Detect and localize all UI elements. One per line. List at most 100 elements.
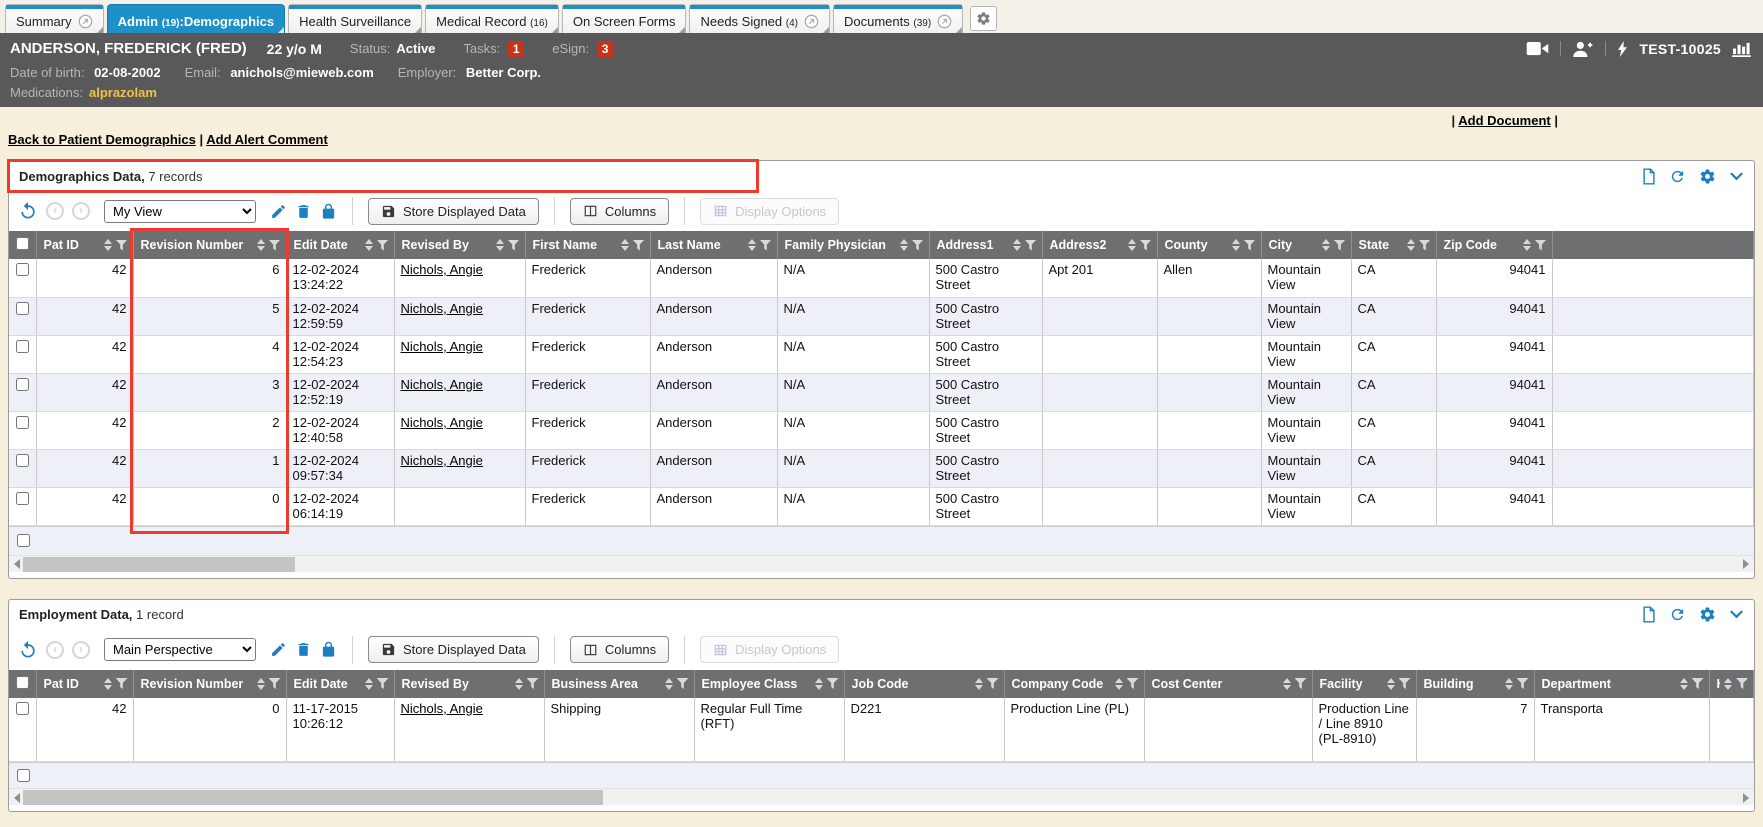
sort-icon[interactable]	[365, 239, 373, 251]
sort-icon[interactable]	[1322, 239, 1330, 251]
tab-admin[interactable]: Admin (19):Demographics	[107, 4, 286, 33]
sort-icon[interactable]	[900, 239, 908, 251]
popup-icon[interactable]	[804, 14, 819, 29]
scroll-right-arrow[interactable]	[1743, 793, 1749, 803]
column-header-city[interactable]: City	[1261, 231, 1351, 259]
select-all-checkbox[interactable]	[16, 676, 29, 689]
sort-icon[interactable]	[1232, 239, 1240, 251]
tab-on-screen-forms[interactable]: On Screen Forms	[562, 4, 687, 33]
column-header-address2[interactable]: Address2	[1042, 231, 1157, 259]
column-header-revised-by[interactable]: Revised By	[394, 231, 525, 259]
revised-by-link[interactable]: Nichols, Angie	[401, 301, 483, 316]
column-header-pat-id[interactable]: Pat ID	[36, 670, 133, 698]
lightning-bolt-icon[interactable]	[1617, 41, 1628, 57]
column-header-revised-by[interactable]: Revised By	[394, 670, 544, 698]
filter-funnel-icon[interactable]	[1295, 678, 1307, 689]
row-checkbox[interactable]	[16, 492, 29, 505]
column-header-state[interactable]: State	[1351, 231, 1436, 259]
reset-view-icon[interactable]	[18, 640, 38, 660]
sort-icon[interactable]	[1013, 239, 1021, 251]
row-checkbox[interactable]	[16, 416, 29, 429]
columns-button[interactable]: Columns	[570, 198, 669, 225]
column-header-last-name[interactable]: Last Name	[650, 231, 777, 259]
filter-funnel-icon[interactable]	[508, 240, 520, 251]
tab-needs-signed[interactable]: Needs Signed (4)	[689, 4, 830, 33]
new-row-checkbox[interactable]	[17, 769, 30, 782]
sort-icon[interactable]	[1724, 678, 1732, 690]
prev-view-button[interactable]: ‹	[46, 202, 64, 220]
settings-gear-icon[interactable]	[1699, 606, 1716, 623]
sort-icon[interactable]	[1283, 678, 1291, 690]
filter-funnel-icon[interactable]	[1140, 240, 1152, 251]
tab-medical-record[interactable]: Medical Record (16)	[425, 4, 559, 33]
sort-icon[interactable]	[1407, 239, 1415, 251]
view-select[interactable]: My View	[104, 200, 256, 223]
sort-icon[interactable]	[104, 239, 112, 251]
reset-view-icon[interactable]	[18, 201, 38, 221]
add-alert-comment-link[interactable]: Add Alert Comment	[206, 132, 328, 147]
filter-funnel-icon[interactable]	[1399, 678, 1411, 689]
sort-icon[interactable]	[365, 678, 373, 690]
collapse-chevron-icon[interactable]	[1729, 171, 1744, 182]
column-header-facility[interactable]: Facility	[1312, 670, 1416, 698]
filter-funnel-icon[interactable]	[633, 240, 645, 251]
refresh-icon[interactable]	[1669, 606, 1686, 623]
sort-icon[interactable]	[975, 678, 983, 690]
prev-view-button[interactable]: ‹	[46, 641, 64, 659]
video-camera-icon[interactable]	[1526, 41, 1549, 56]
tab-summary[interactable]: Summary	[5, 4, 104, 33]
edit-pencil-icon[interactable]	[270, 641, 287, 658]
next-view-button[interactable]: ›	[72, 641, 90, 659]
column-header-zip-code[interactable]: Zip Code	[1436, 231, 1552, 259]
filter-funnel-icon[interactable]	[527, 678, 539, 689]
sort-icon[interactable]	[1387, 678, 1395, 690]
column-header-company-code[interactable]: Company Code	[1004, 670, 1144, 698]
new-document-icon[interactable]	[1642, 168, 1656, 185]
column-header-edit-date[interactable]: Edit Date	[286, 231, 394, 259]
popup-icon[interactable]	[78, 14, 93, 29]
settings-gear-icon[interactable]	[1699, 168, 1716, 185]
tab-documents[interactable]: Documents (39)	[833, 4, 963, 33]
column-header-business-area[interactable]: Business Area	[544, 670, 694, 698]
column-header-department[interactable]: Department	[1534, 670, 1709, 698]
sort-icon[interactable]	[815, 678, 823, 690]
revised-by-link[interactable]: Nichols, Angie	[401, 377, 483, 392]
new-document-icon[interactable]	[1642, 606, 1656, 623]
sort-icon[interactable]	[748, 239, 756, 251]
column-header-first-name[interactable]: First Name	[525, 231, 650, 259]
filter-funnel-icon[interactable]	[1736, 678, 1748, 689]
revised-by-link[interactable]: Nichols, Angie	[401, 701, 483, 716]
edit-pencil-icon[interactable]	[270, 203, 287, 220]
tab-settings-button[interactable]	[970, 6, 997, 31]
sort-icon[interactable]	[665, 678, 673, 690]
sort-icon[interactable]	[257, 678, 265, 690]
back-to-demographics-link[interactable]: Back to Patient Demographics	[8, 132, 196, 147]
column-header-job-code[interactable]: Job Code	[844, 670, 1004, 698]
new-row-checkbox[interactable]	[17, 534, 30, 547]
filter-funnel-icon[interactable]	[760, 240, 772, 251]
column-header-pat-id[interactable]: Pat ID	[36, 231, 133, 259]
refresh-icon[interactable]	[1669, 168, 1686, 185]
column-header-county[interactable]: County	[1157, 231, 1261, 259]
lock-icon[interactable]	[320, 203, 337, 220]
lock-icon[interactable]	[320, 641, 337, 658]
revised-by-link[interactable]: Nichols, Angie	[401, 453, 483, 468]
revised-by-link[interactable]: Nichols, Angie	[401, 262, 483, 277]
filter-funnel-icon[interactable]	[1535, 240, 1547, 251]
filter-funnel-icon[interactable]	[677, 678, 689, 689]
filter-funnel-icon[interactable]	[1334, 240, 1346, 251]
sort-icon[interactable]	[515, 678, 523, 690]
row-checkbox[interactable]	[16, 302, 29, 315]
scrollbar-thumb[interactable]	[23, 790, 603, 805]
sort-icon[interactable]	[104, 678, 112, 690]
medications-value[interactable]: alprazolam	[89, 85, 157, 100]
filter-funnel-icon[interactable]	[1127, 678, 1139, 689]
horizontal-scrollbar[interactable]	[9, 788, 1754, 805]
next-view-button[interactable]: ›	[72, 202, 90, 220]
filter-funnel-icon[interactable]	[269, 678, 281, 689]
tasks-badge[interactable]: 1	[508, 41, 524, 57]
filter-funnel-icon[interactable]	[1419, 240, 1431, 251]
sort-icon[interactable]	[1505, 678, 1513, 690]
column-header-edit-date[interactable]: Edit Date	[286, 670, 394, 698]
filter-funnel-icon[interactable]	[827, 678, 839, 689]
